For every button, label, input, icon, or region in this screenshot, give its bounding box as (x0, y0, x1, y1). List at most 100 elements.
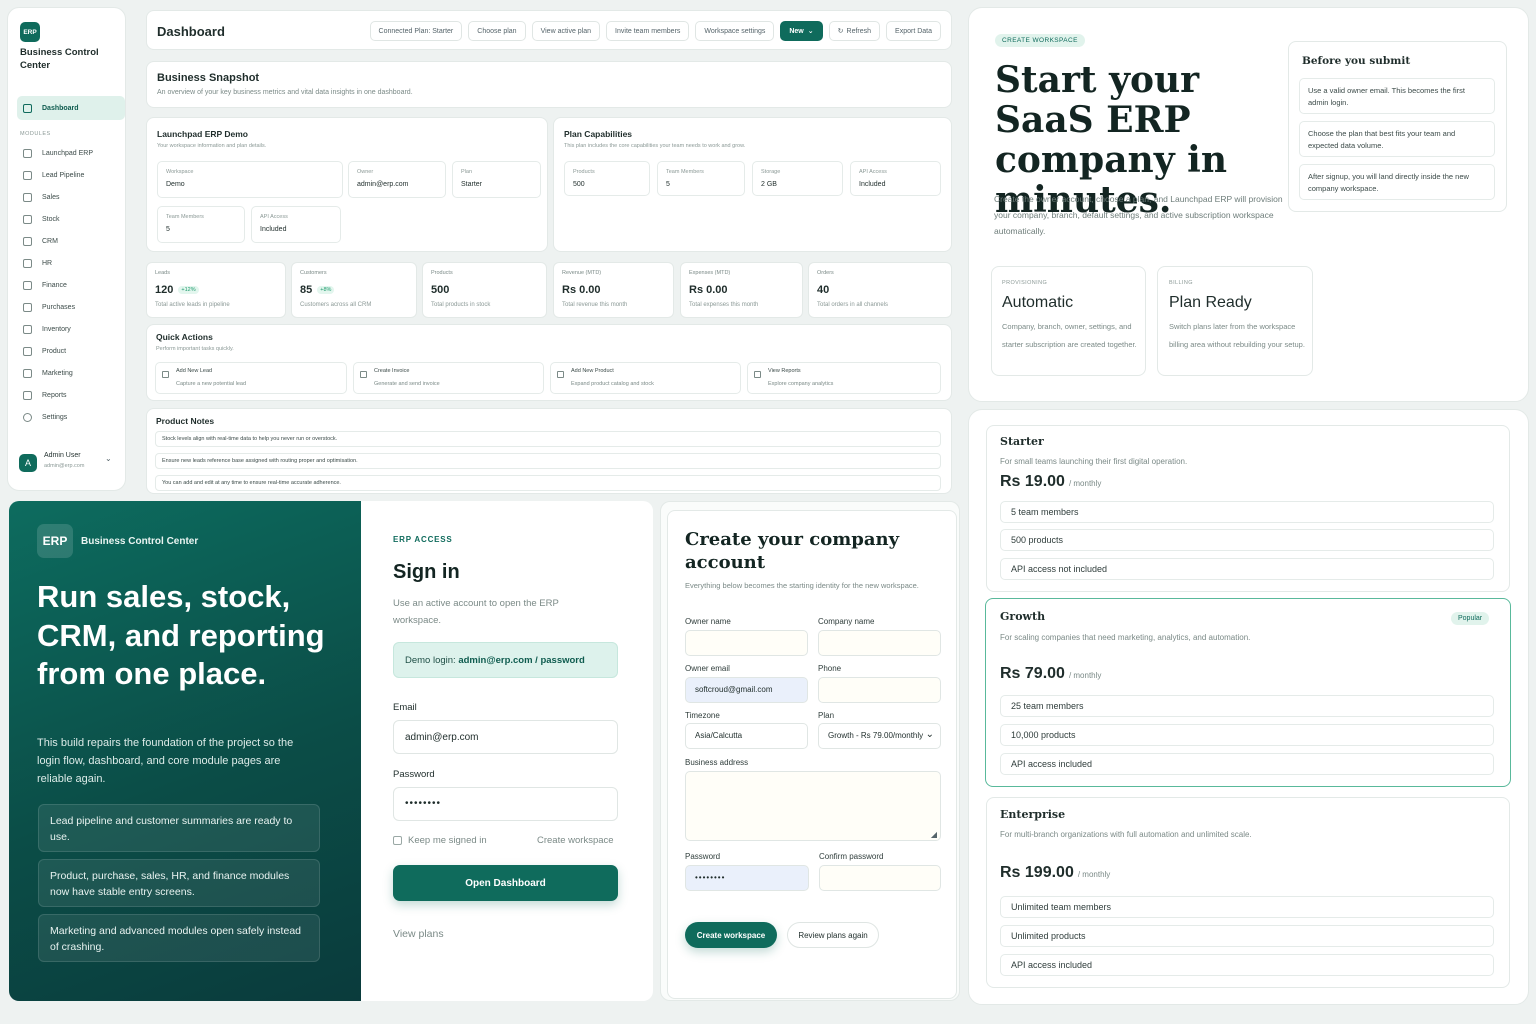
plan-feature: 10,000 products (1000, 724, 1494, 746)
provisioning-card: PROVISIONING Automatic Company, branch, … (991, 266, 1146, 376)
sidebar-item-label: Lead Pipeline (42, 171, 85, 179)
timezone-input[interactable]: Asia/Calcutta (685, 723, 808, 749)
remember-checkbox[interactable] (393, 836, 402, 845)
field-value: 2 GB (761, 181, 777, 188)
password-input[interactable]: •••••••• (393, 787, 618, 821)
plan-name: Starter (1000, 435, 1044, 448)
sidebar-item-launchpad[interactable]: Launchpad ERP (17, 142, 125, 164)
sidebar-item-product[interactable]: Product (17, 340, 125, 362)
business-address-textarea[interactable]: ◢ (685, 771, 941, 841)
create-workspace-link[interactable]: Create workspace (537, 835, 614, 846)
kpi-title: Expenses (MTD) (689, 270, 731, 276)
demo-subtitle: Your workspace information and plan deta… (157, 143, 267, 149)
kpi-change-badge: +8% (317, 286, 335, 294)
action-title: Create Invoice (374, 368, 410, 374)
hero-desc: Create the owner account, choose a plan,… (994, 194, 1283, 236)
new-button[interactable]: New ⌄ (780, 21, 823, 41)
kpi-value: 120 (155, 284, 174, 296)
sidebar-item-label: Finance (42, 281, 67, 289)
sidebar-item-reports[interactable]: Reports (17, 384, 125, 406)
field-value: 5 (666, 181, 670, 188)
open-dashboard-button[interactable]: Open Dashboard (393, 865, 618, 901)
review-plans-button[interactable]: Review plans again (787, 922, 879, 948)
view-plans-link[interactable]: View plans (393, 928, 444, 940)
cart-icon (23, 302, 32, 312)
confirm-password-label: Confirm password (819, 852, 884, 861)
archive-icon (23, 324, 32, 334)
sidebar-item-leads[interactable]: Lead Pipeline (17, 164, 125, 186)
promo-brand: Business Control Center (81, 536, 199, 547)
sidebar-item-inventory[interactable]: Inventory (17, 318, 125, 340)
field-value: Demo (166, 181, 185, 188)
view-active-plan-button[interactable]: View active plan (531, 21, 601, 41)
company-name-input[interactable] (818, 630, 941, 656)
workspace-settings-button[interactable]: Workspace settings (695, 21, 775, 41)
create-password-input[interactable]: •••••••• (685, 865, 809, 891)
plan-capabilities-card: Plan Capabilities This plan includes the… (553, 117, 952, 252)
field-value: Included (859, 181, 886, 188)
sidebar-item-dashboard[interactable]: Dashboard (17, 96, 125, 120)
invite-team-button[interactable]: Invite team members (606, 21, 690, 41)
plan-label: Plan (818, 711, 835, 720)
owner-name-input[interactable] (685, 630, 808, 656)
sidebar-item-sales[interactable]: Sales (17, 186, 125, 208)
export-data-button[interactable]: Export Data (886, 21, 941, 41)
plan-feature: API access not included (1000, 558, 1494, 580)
create-invoice-action[interactable]: Create Invoice Generate and send invoice (353, 362, 544, 394)
password-label: Password (685, 852, 721, 861)
sidebar-nav: Launchpad ERP Lead Pipeline Sales Stock … (17, 142, 125, 428)
plan-desc: For small teams launching their first di… (1000, 457, 1188, 466)
sidebar-item-label: CRM (42, 237, 58, 245)
signin-title: Sign in (393, 561, 460, 583)
sidebar-item-stock[interactable]: Stock (17, 208, 125, 230)
sidebar-item-marketing[interactable]: Marketing (17, 362, 125, 384)
card-desc: Switch plans later from the workspace bi… (1169, 322, 1305, 349)
plan-select[interactable]: Growth - Rs 79.00/monthly ⌄ (818, 723, 941, 749)
add-product-action[interactable]: Add New Product Expand product catalog an… (550, 362, 741, 394)
sidebar-item-settings[interactable]: Settings (17, 406, 125, 428)
sidebar-item-label: Marketing (42, 369, 73, 377)
chevron-down-icon: ⌄ (807, 28, 814, 35)
sidebar-logo: ERP (20, 22, 40, 42)
demo-login-prefix: Demo login: (405, 655, 459, 666)
kpi-title: Customers (300, 270, 327, 276)
header-actions: Connected Plan: Starter Choose plan View… (364, 21, 941, 41)
field-value: Starter (461, 181, 483, 188)
plan-feature: 25 team members (1000, 695, 1494, 717)
email-input[interactable] (393, 720, 618, 754)
sidebar-item-finance[interactable]: Finance (17, 274, 125, 296)
quick-actions-subtitle: Perform important tasks quickly. (156, 346, 234, 352)
connected-plan-button[interactable]: Connected Plan: Starter (369, 21, 463, 41)
plan-desc: For multi-branch organizations with full… (1000, 830, 1252, 839)
tag-icon (23, 346, 32, 356)
sidebar-item-crm[interactable]: CRM (17, 230, 125, 252)
card-title: Plan Ready (1169, 294, 1252, 311)
sidebar-item-purchases[interactable]: Purchases (17, 296, 125, 318)
sidebar-title: Business Control Center (20, 47, 99, 71)
sidebar-item-hr[interactable]: HR (17, 252, 125, 274)
sidebar-item-label: Stock (42, 215, 60, 223)
plan-name: Growth (1000, 610, 1046, 623)
confirm-password-input[interactable] (819, 865, 941, 891)
owner-email-input[interactable]: softcroud@gmail.com (685, 677, 808, 703)
capabilities-title: Plan Capabilities (564, 129, 633, 139)
view-reports-action[interactable]: View Reports Explore company analytics (747, 362, 941, 394)
kpi-title: Products (431, 270, 453, 276)
phone-input[interactable] (818, 677, 941, 703)
sidebar-item-label: Dashboard (42, 104, 79, 112)
choose-plan-button[interactable]: Choose plan (468, 21, 526, 41)
page-title: Dashboard (157, 24, 225, 39)
action-title: View Reports (768, 368, 801, 374)
create-workspace-button[interactable]: Create workspace (685, 922, 777, 948)
timezone-label: Timezone (685, 711, 720, 720)
company-name-label: Company name (818, 617, 875, 626)
invoice-icon (360, 371, 367, 378)
kpi-expenses: Expenses (MTD) Rs 0.00 Total expenses this… (680, 262, 803, 318)
add-lead-action[interactable]: Add New Lead Capture a new potential lead (155, 362, 347, 394)
kpi-desc: Customers across all CRM (300, 302, 372, 308)
before-item: After signup, you will land directly ins… (1299, 164, 1495, 200)
report-icon (23, 390, 32, 400)
user-menu[interactable]: A Admin User admin@erp.com ⌄ (18, 451, 118, 481)
kpi-desc: Total expenses this month (689, 302, 759, 308)
refresh-button[interactable]: ↻ Refresh (828, 21, 881, 41)
